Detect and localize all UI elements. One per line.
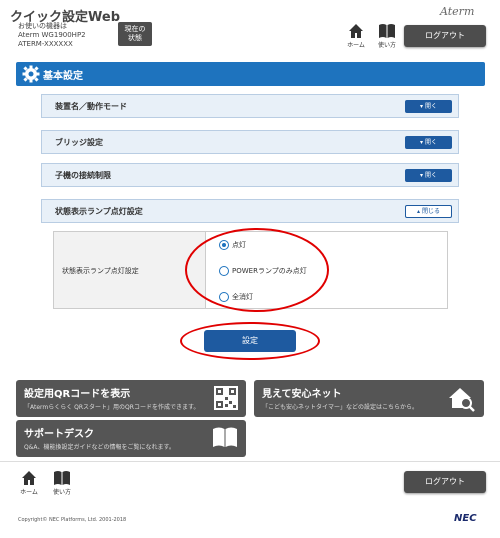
device-name: ATERM-XXXXXX xyxy=(18,40,73,48)
book-icon xyxy=(54,471,70,485)
chevron-down-icon: ▾ xyxy=(420,103,424,110)
device-info: お使いの機器は Aterm WG1900HP2 ATERM-XXXXXX xyxy=(18,22,86,49)
lamp-setting-label-cell: 状態表示ランプ点灯設定 xyxy=(54,232,206,308)
safe-net-card[interactable]: 見えて安心ネット 「こども安心ネットタイマー」などの設定はこちらから。 xyxy=(254,380,484,417)
copyright: Copyright© NEC Platforms, Ltd. 2001-2018 xyxy=(18,517,127,523)
accordion-label: ブリッジ設定 xyxy=(55,138,103,147)
qr-card-desc: 「Atermらくらく QRスタート」用のQRコードを作成できます。 xyxy=(24,404,200,411)
current-status-button[interactable]: 現在の 状態 xyxy=(118,22,152,46)
accordion-label: 装置名／動作モード xyxy=(55,102,127,111)
accordion-label: 状態表示ランプ点灯設定 xyxy=(55,207,143,216)
close-button-label: 閉じる xyxy=(421,208,440,215)
section-title: 基本設定 xyxy=(43,71,83,82)
footer-home-label: ホーム xyxy=(20,489,38,496)
footer-home-nav[interactable]: ホーム xyxy=(16,470,42,496)
safe-net-card-desc: 「こども安心ネットタイマー」などの設定はこちらから。 xyxy=(262,404,419,411)
open-button[interactable]: ▾ 開く xyxy=(405,169,452,182)
brand-logo: Aterm xyxy=(440,5,475,18)
qr-code-icon xyxy=(214,386,238,410)
annotation-circle xyxy=(185,228,329,312)
accordion-lamp-setting[interactable]: 状態表示ランプ点灯設定 ▴ 閉じる xyxy=(41,199,459,223)
help-label: 使い方 xyxy=(377,42,396,49)
home-icon xyxy=(22,471,36,485)
device-info-line: お使いの機器は xyxy=(18,22,67,30)
current-status-label-1: 現在の xyxy=(124,25,146,33)
home-icon xyxy=(349,24,363,38)
book-icon xyxy=(379,24,395,38)
accordion-device-mode[interactable]: 装置名／動作モード ▾ 開く xyxy=(41,94,459,118)
close-button[interactable]: ▴ 閉じる xyxy=(405,205,452,218)
safe-net-card-title: 見えて安心ネット xyxy=(262,389,342,400)
chevron-down-icon: ▾ xyxy=(420,172,424,179)
gear-icon xyxy=(22,65,40,83)
support-desk-card[interactable]: サポートデスク Q&A、機能換設定ガイドなどの情報をご覧になれます。 xyxy=(16,420,246,457)
footer-logout-button[interactable]: ログアウト xyxy=(404,471,486,493)
book-icon xyxy=(213,427,237,447)
qr-card-title: 設定用QRコードを表示 xyxy=(24,389,131,400)
submit-button[interactable]: 設定 xyxy=(204,330,296,352)
accordion-label: 子機の接続制限 xyxy=(55,171,111,180)
lamp-setting-label: 状態表示ランプ点灯設定 xyxy=(62,267,139,275)
open-button[interactable]: ▾ 開く xyxy=(405,136,452,149)
house-search-icon xyxy=(449,388,475,412)
accordion-client-limit[interactable]: 子機の接続制限 ▾ 開く xyxy=(41,163,459,187)
section-header: 基本設定 xyxy=(16,62,485,86)
support-card-desc: Q&A、機能換設定ガイドなどの情報をご覧になれます。 xyxy=(24,444,175,451)
footer-divider xyxy=(0,461,500,462)
logout-button[interactable]: ログアウト xyxy=(404,25,486,47)
open-button-label: 開く xyxy=(424,139,437,146)
device-model: Aterm WG1900HP2 xyxy=(18,31,86,39)
footer-help-label: 使い方 xyxy=(52,489,71,496)
open-button[interactable]: ▾ 開く xyxy=(405,100,452,113)
help-nav[interactable]: 使い方 xyxy=(374,23,400,49)
home-nav[interactable]: ホーム xyxy=(343,23,369,49)
qr-code-card[interactable]: 設定用QRコードを表示 「Atermらくらく QRスタート」用のQRコードを作成… xyxy=(16,380,246,417)
chevron-down-icon: ▾ xyxy=(420,139,424,146)
current-status-label-2: 状態 xyxy=(128,34,142,42)
chevron-up-icon: ▴ xyxy=(417,208,421,215)
accordion-bridge[interactable]: ブリッジ設定 ▾ 開く xyxy=(41,130,459,154)
support-card-title: サポートデスク xyxy=(24,429,94,440)
open-button-label: 開く xyxy=(424,172,437,179)
header: クイック設定Web お使いの機器は Aterm WG1900HP2 ATERM-… xyxy=(0,0,500,55)
home-label: ホーム xyxy=(347,42,365,49)
open-button-label: 開く xyxy=(424,103,437,110)
footer-help-nav[interactable]: 使い方 xyxy=(49,470,75,496)
nec-logo: NEC xyxy=(454,513,477,524)
